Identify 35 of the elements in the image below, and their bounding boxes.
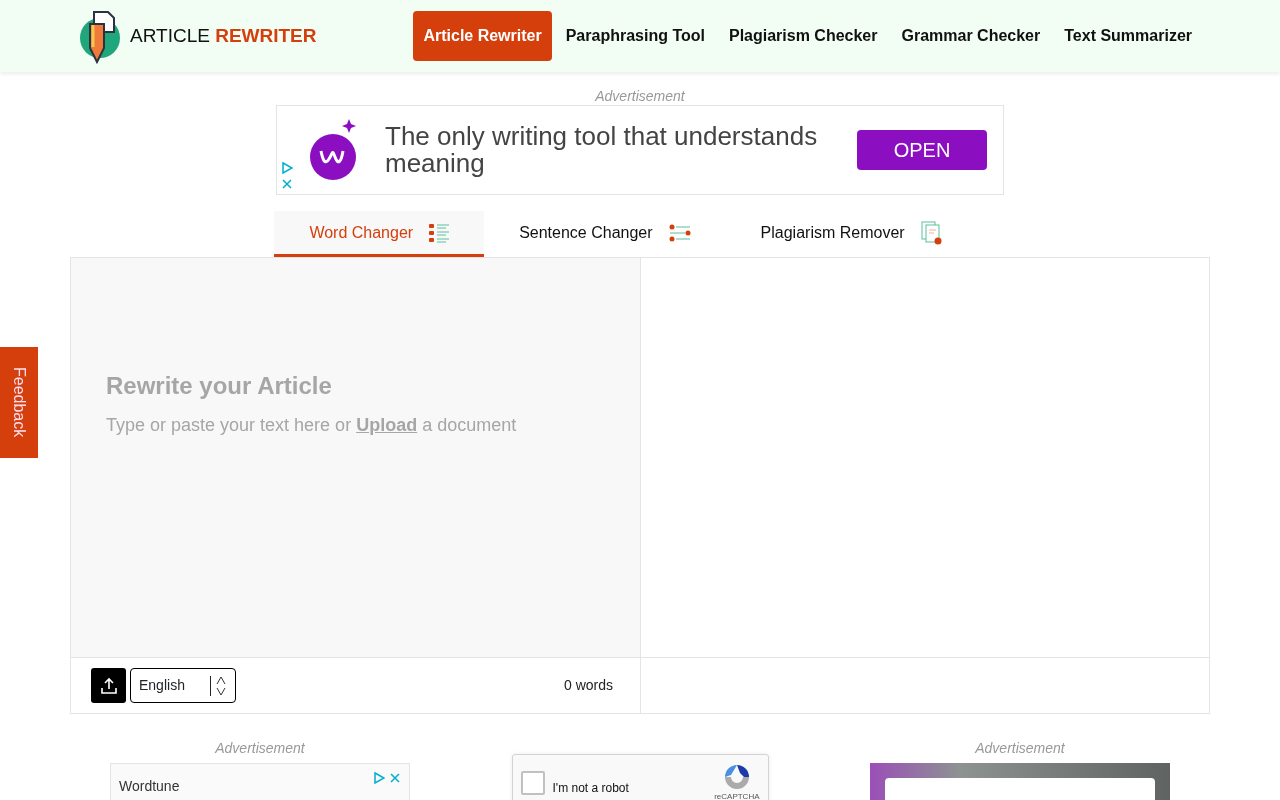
captcha-brand: reCAPTCHA xyxy=(714,791,760,800)
nav-link[interactable]: Paraphrasing Tool xyxy=(555,11,715,61)
editor-tab[interactable]: Sentence Changer xyxy=(484,211,726,258)
documents-icon xyxy=(920,220,943,245)
language-select[interactable]: English xyxy=(130,668,236,704)
editor-title: Rewrite your Article xyxy=(106,371,333,402)
close-icon[interactable] xyxy=(281,178,293,191)
editor-tab[interactable]: Word Changer xyxy=(274,211,485,258)
updown-icon xyxy=(215,675,227,696)
nav-link[interactable]: Plagiarism Checker xyxy=(718,11,888,61)
captcha-label: I'm not a robot xyxy=(552,780,629,798)
ad-title: Wordtune xyxy=(119,777,180,797)
editor-placeholder: Type or paste your text here or Upload a document xyxy=(106,414,518,438)
close-icon[interactable] xyxy=(389,772,401,785)
ad-headline: The only writing tool that understands meaning xyxy=(385,123,819,178)
list-icon xyxy=(429,222,450,243)
sliders-icon xyxy=(668,223,691,242)
upload-icon xyxy=(99,676,118,695)
upload-button[interactable] xyxy=(91,668,126,704)
logo-text: ARTICLE REWRITER xyxy=(130,23,317,48)
open-button[interactable]: OPEN xyxy=(857,130,987,171)
nav-link[interactable]: Article Rewriter xyxy=(413,11,552,61)
feedback-tab[interactable]: Feedback xyxy=(0,347,38,458)
pencil-logo-icon xyxy=(78,8,122,64)
ad-play-icon[interactable] xyxy=(281,162,293,175)
ad-label: Advertisement xyxy=(595,88,685,104)
nav-link[interactable]: Text Summarizer xyxy=(1054,11,1202,61)
recaptcha-icon xyxy=(722,763,751,792)
editor-tab[interactable]: Plagiarism Remover xyxy=(725,211,978,258)
ad-play-icon[interactable] xyxy=(373,772,385,785)
nav-link[interactable]: Grammar Checker xyxy=(891,11,1051,61)
ad-label: Advertisement xyxy=(975,739,1065,759)
ad-label: Advertisement xyxy=(215,739,305,759)
word-count: 0 words xyxy=(563,676,613,696)
captcha-checkbox[interactable] xyxy=(520,771,545,796)
